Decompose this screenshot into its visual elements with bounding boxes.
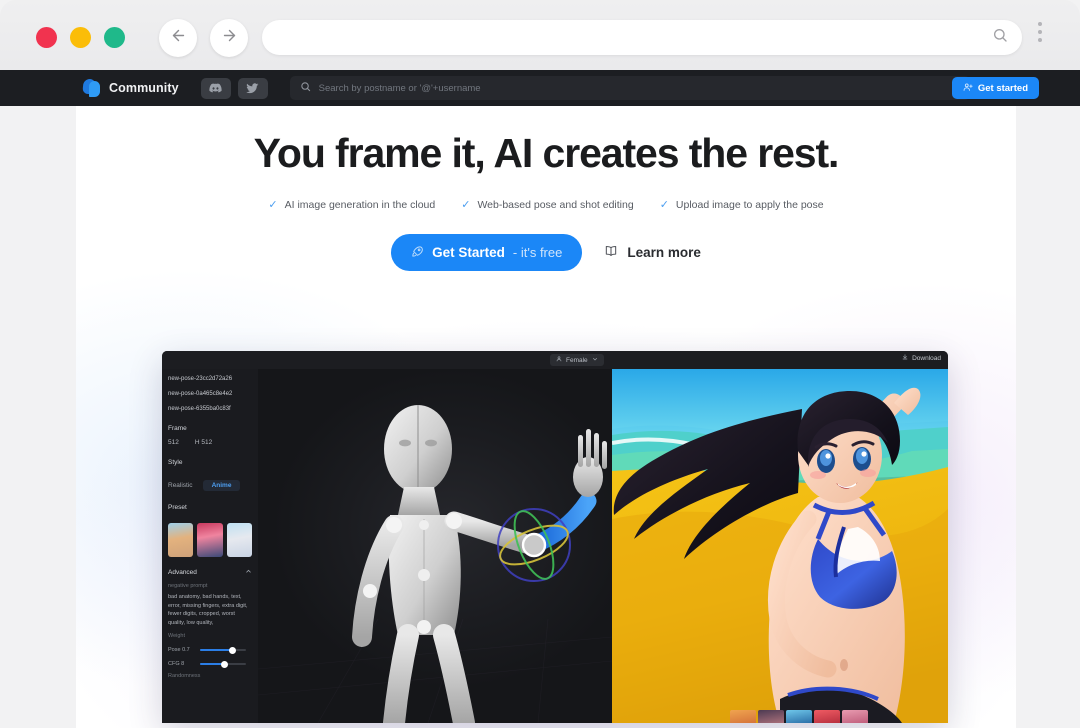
chevron-down-icon <box>592 356 598 364</box>
feature-item: ✓ AI image generation in the cloud <box>268 199 435 211</box>
advanced-label: Advanced <box>168 569 197 576</box>
user-plus-icon <box>963 82 973 95</box>
page-title: You frame it, AI creates the rest. <box>253 130 840 176</box>
check-icon: ✓ <box>268 198 278 211</box>
arrow-left-icon <box>170 27 187 49</box>
maximize-window-button[interactable] <box>104 27 125 48</box>
gender-selector[interactable]: Female <box>550 354 604 366</box>
feature-label: AI image generation in the cloud <box>284 199 436 211</box>
discord-icon[interactable] <box>200 77 231 99</box>
back-button[interactable] <box>159 19 197 57</box>
site-search-input[interactable]: Search by postname or '@'+username <box>289 76 970 100</box>
address-bar[interactable] <box>262 20 1022 55</box>
search-icon <box>300 79 311 97</box>
result-thumbnail[interactable] <box>814 710 840 723</box>
result-thumbnail[interactable] <box>758 710 784 723</box>
search-icon <box>992 27 1008 48</box>
browser-window: Community Search by postname or '@'+user… <box>0 0 1080 728</box>
feature-label: Web-based pose and shot editing <box>477 199 634 211</box>
frame-height-value[interactable]: H 512 <box>195 439 212 446</box>
result-thumbnail[interactable] <box>842 710 868 723</box>
get-started-header-label: Get started <box>977 82 1028 94</box>
frame-dimensions: 512 H 512 <box>168 439 252 446</box>
window-controls <box>36 27 125 48</box>
rotation-gizmo <box>497 508 571 582</box>
twitter-icon[interactable] <box>237 77 268 99</box>
pose-file-list: new-pose-23cc2d72a26 new-pose-0a465c8e4e… <box>168 376 252 412</box>
list-item[interactable]: new-pose-0a465c8e4e2 <box>168 391 252 397</box>
get-started-cta-button[interactable]: Get Started - it's free <box>391 234 583 271</box>
get-started-header-button[interactable]: Get started <box>951 77 1039 99</box>
brand-logo-group[interactable]: Community <box>82 78 179 98</box>
check-icon: ✓ <box>461 198 471 211</box>
preset-thumbnail[interactable] <box>226 523 252 557</box>
result-thumbnail[interactable] <box>730 710 756 723</box>
cfg-slider[interactable] <box>200 660 246 668</box>
download-label: Download <box>912 354 941 362</box>
app-preview-screenshot[interactable]: Female Download new-pose-23cc2d72a26 new… <box>162 351 948 723</box>
kebab-menu-icon[interactable] <box>1038 22 1042 42</box>
browser-chrome <box>0 0 1080 70</box>
slider-label: CFG 8 <box>168 661 185 668</box>
page-viewport: Community Search by postname or '@'+user… <box>0 70 1080 728</box>
arrow-right-icon <box>221 27 238 49</box>
download-icon <box>902 354 908 362</box>
person-icon <box>556 356 562 364</box>
feature-item: ✓ Upload image to apply the pose <box>660 199 824 211</box>
app-settings-panel: new-pose-23cc2d72a26 new-pose-0a465c8e4e… <box>162 369 258 723</box>
generated-image-panel[interactable] <box>612 369 948 723</box>
logo-icon <box>82 78 100 98</box>
learn-more-button[interactable]: Learn more <box>604 244 701 261</box>
slider-label: Pose 0.7 <box>168 647 190 654</box>
weight-label: Weight <box>168 633 186 640</box>
mannequin-model <box>258 405 612 723</box>
close-window-button[interactable] <box>36 27 57 48</box>
learn-more-label: Learn more <box>627 245 701 260</box>
chevron-up-icon <box>245 568 252 577</box>
preset-thumbnail[interactable] <box>168 523 194 557</box>
app-toolbar: Female Download <box>162 351 948 369</box>
brand-name: Community <box>109 81 179 95</box>
cta-primary-sublabel: - it's free <box>512 245 563 260</box>
feature-list: ✓ AI image generation in the cloud ✓ Web… <box>76 199 1016 211</box>
cta-row: Get Started - it's free Learn more <box>76 234 1016 271</box>
feature-label: Upload image to apply the pose <box>675 199 824 211</box>
list-item[interactable]: new-pose-23cc2d72a26 <box>168 376 252 382</box>
preset-thumbnails <box>168 523 252 557</box>
slider-row: Pose 0.7 <box>168 646 252 654</box>
style-section-label: Style <box>168 459 183 466</box>
book-icon <box>604 244 618 261</box>
preset-thumbnail[interactable] <box>197 523 223 557</box>
pose-editor-viewport[interactable] <box>258 369 612 723</box>
result-thumbnail-strip <box>612 709 948 723</box>
list-item[interactable]: new-pose-6355ba0c83f <box>168 406 252 412</box>
generated-image <box>612 369 948 723</box>
social-links <box>200 77 268 99</box>
style-option-realistic[interactable]: Realistic <box>168 482 193 489</box>
advanced-section-header[interactable]: Advanced <box>168 568 252 577</box>
frame-section-label: Frame <box>168 425 187 432</box>
style-option-anime[interactable]: Anime <box>202 480 241 491</box>
minimize-window-button[interactable] <box>70 27 91 48</box>
rocket-icon <box>411 245 424 261</box>
page-content: You frame it, AI creates the rest. ✓ AI … <box>76 106 1016 728</box>
cta-primary-label: Get Started <box>432 245 505 260</box>
result-thumbnail[interactable] <box>786 710 812 723</box>
forward-button[interactable] <box>210 19 248 57</box>
site-header: Community Search by postname or '@'+user… <box>0 70 1080 106</box>
site-search-placeholder: Search by postname or '@'+username <box>318 82 481 94</box>
slider-row: CFG 8 <box>168 660 252 668</box>
randomness-label: Randomness <box>168 673 201 680</box>
frame-width-value[interactable]: 512 <box>168 439 179 446</box>
gender-value: Female <box>566 356 588 364</box>
feature-item: ✓ Web-based pose and shot editing <box>461 199 633 211</box>
style-toggle: Realistic Anime <box>168 480 252 491</box>
preset-section-label: Preset <box>168 504 187 511</box>
check-icon: ✓ <box>659 198 669 211</box>
negative-prompt-label: negative prompt <box>168 583 208 589</box>
pose-weight-slider[interactable] <box>200 646 246 654</box>
download-button[interactable]: Download <box>902 354 941 362</box>
negative-prompt-value[interactable]: bad anatomy, bad hands, text, error, mis… <box>168 593 252 627</box>
